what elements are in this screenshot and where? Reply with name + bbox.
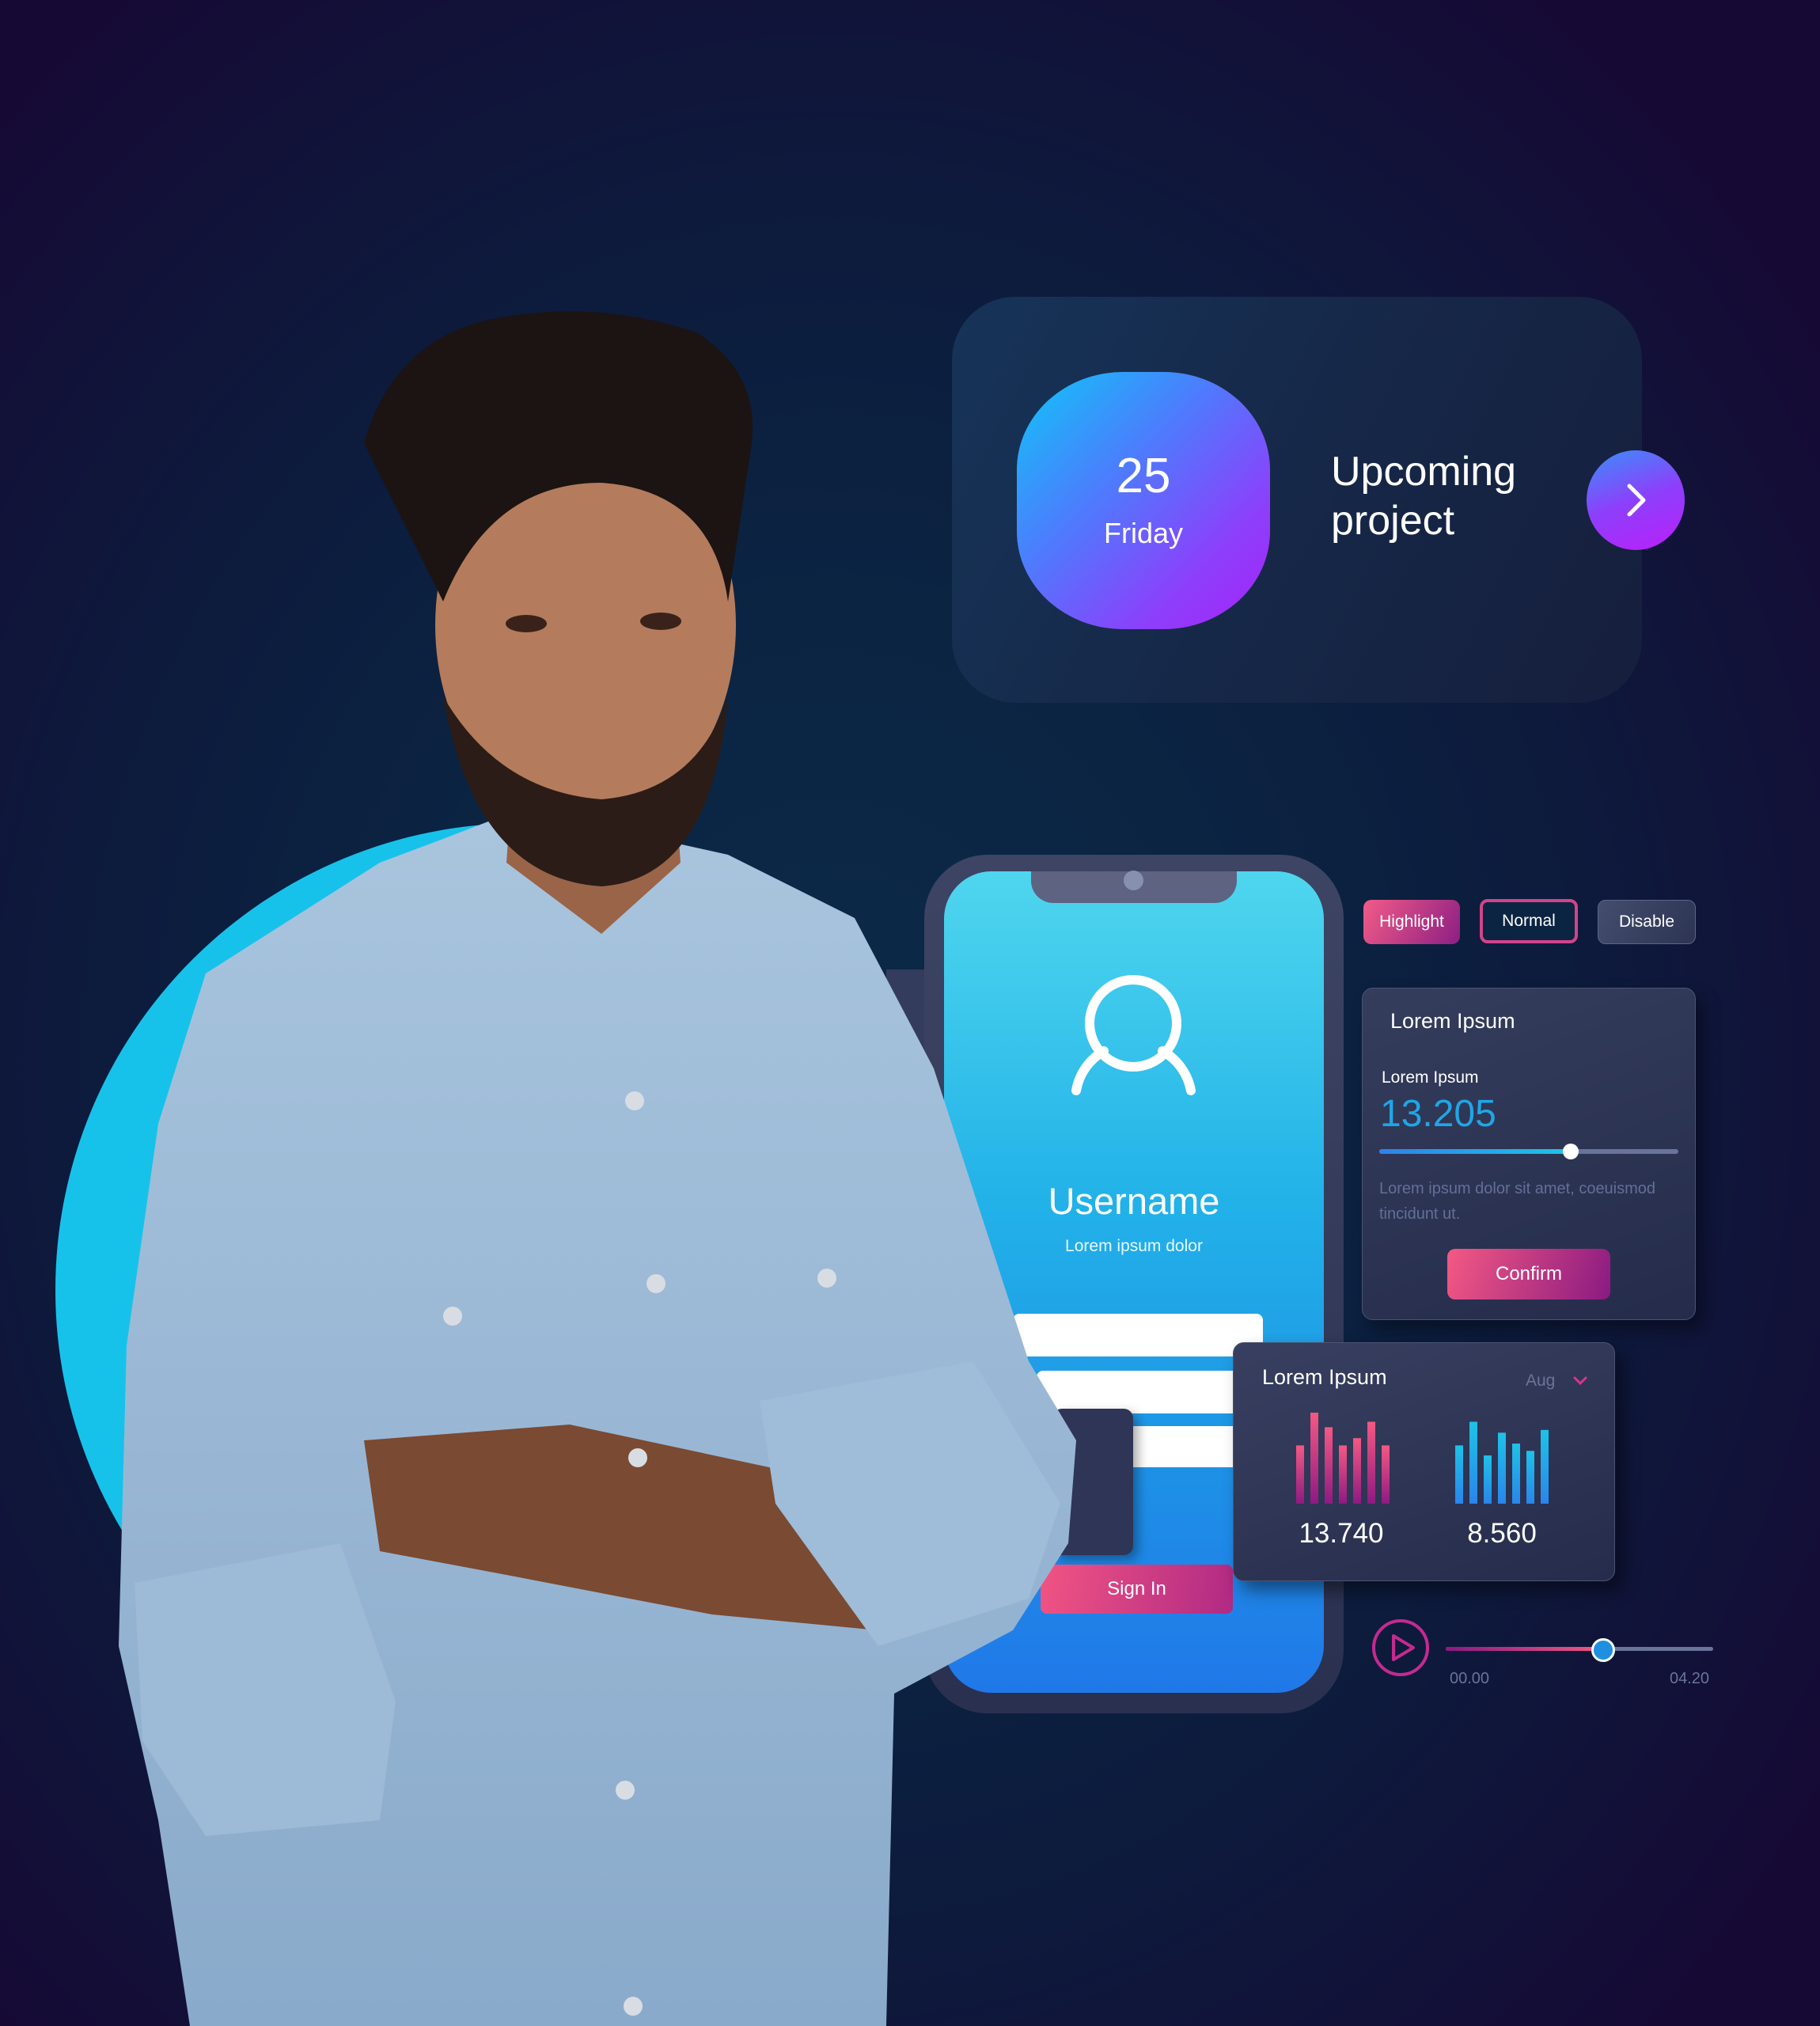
value-slider[interactable] (1379, 1149, 1678, 1154)
normal-button[interactable]: Normal (1480, 899, 1578, 943)
month-dropdown[interactable]: Aug (1526, 1372, 1555, 1391)
play-icon (1392, 1634, 1415, 1661)
total-time: 04.20 (1670, 1670, 1710, 1687)
phone-subtitle: Lorem ipsum dolor (1065, 1237, 1203, 1255)
bar-chart (1296, 1413, 1549, 1504)
backdrop-circle (55, 823, 989, 1757)
right-series-total: 8.560 (1467, 1518, 1537, 1549)
bar-series1-7 (1382, 1445, 1390, 1504)
bar-series2-2 (1469, 1421, 1477, 1504)
bar-series1-5 (1353, 1438, 1361, 1504)
bar-series2-5 (1512, 1444, 1520, 1504)
hair (364, 311, 753, 601)
bar-series1-6 (1367, 1421, 1375, 1504)
bar-series1-2 (1310, 1413, 1318, 1504)
bar-series2-6 (1526, 1451, 1534, 1504)
upcoming-title-line1: Upcoming (1331, 449, 1517, 495)
next-button[interactable] (1587, 450, 1685, 550)
audio-progress-thumb[interactable] (1591, 1638, 1616, 1662)
current-time: 00.00 (1450, 1670, 1490, 1687)
overlay-panel (1052, 1409, 1133, 1555)
camera-icon (1124, 871, 1143, 890)
username-label: Username (1048, 1180, 1220, 1222)
audio-progress-fill (1446, 1647, 1604, 1651)
play-button[interactable] (1371, 1618, 1430, 1677)
left-series-total: 13.740 (1299, 1518, 1384, 1549)
upcoming-title: Upcoming project (1331, 447, 1516, 545)
value-slider-fill (1379, 1149, 1571, 1154)
upcoming-title-line2: project (1331, 498, 1455, 544)
chevron-right-icon (1627, 484, 1646, 517)
value-slider-thumb[interactable] (1562, 1144, 1579, 1159)
password-input[interactable] (1037, 1371, 1263, 1413)
disable-button[interactable]: Disable (1598, 900, 1696, 944)
stat-card-value: 13.205 (1380, 1093, 1496, 1135)
face (435, 427, 736, 823)
chevron-down-icon[interactable] (1571, 1372, 1590, 1391)
sign-in-button[interactable]: Sign In (1041, 1565, 1233, 1614)
stat-card-description: Lorem ipsum dolor sit amet, coeuismod ti… (1379, 1180, 1656, 1223)
audio-progress-bar[interactable] (1446, 1647, 1713, 1651)
bar-series2-7 (1541, 1429, 1549, 1504)
confirm-button[interactable]: Confirm (1447, 1249, 1610, 1299)
user-icon (1071, 975, 1196, 1095)
date-tile: 25 Friday (1017, 372, 1270, 629)
bar-series1-4 (1339, 1445, 1347, 1504)
stat-card-subtitle: Lorem Ipsum (1382, 1068, 1479, 1087)
highlight-button[interactable]: Highlight (1363, 900, 1460, 944)
date-number: 25 (1116, 448, 1171, 503)
chart-card-title: Lorem Ipsum (1262, 1365, 1387, 1389)
bar-series2-3 (1484, 1455, 1492, 1504)
stat-card-title: Lorem Ipsum (1390, 1009, 1515, 1033)
username-input[interactable] (1013, 1314, 1263, 1356)
bar-series1-1 (1296, 1445, 1304, 1504)
bar-series2-4 (1498, 1432, 1506, 1504)
bar-series1-3 (1325, 1427, 1333, 1504)
bar-series2-1 (1455, 1445, 1463, 1504)
date-day: Friday (1103, 516, 1184, 549)
